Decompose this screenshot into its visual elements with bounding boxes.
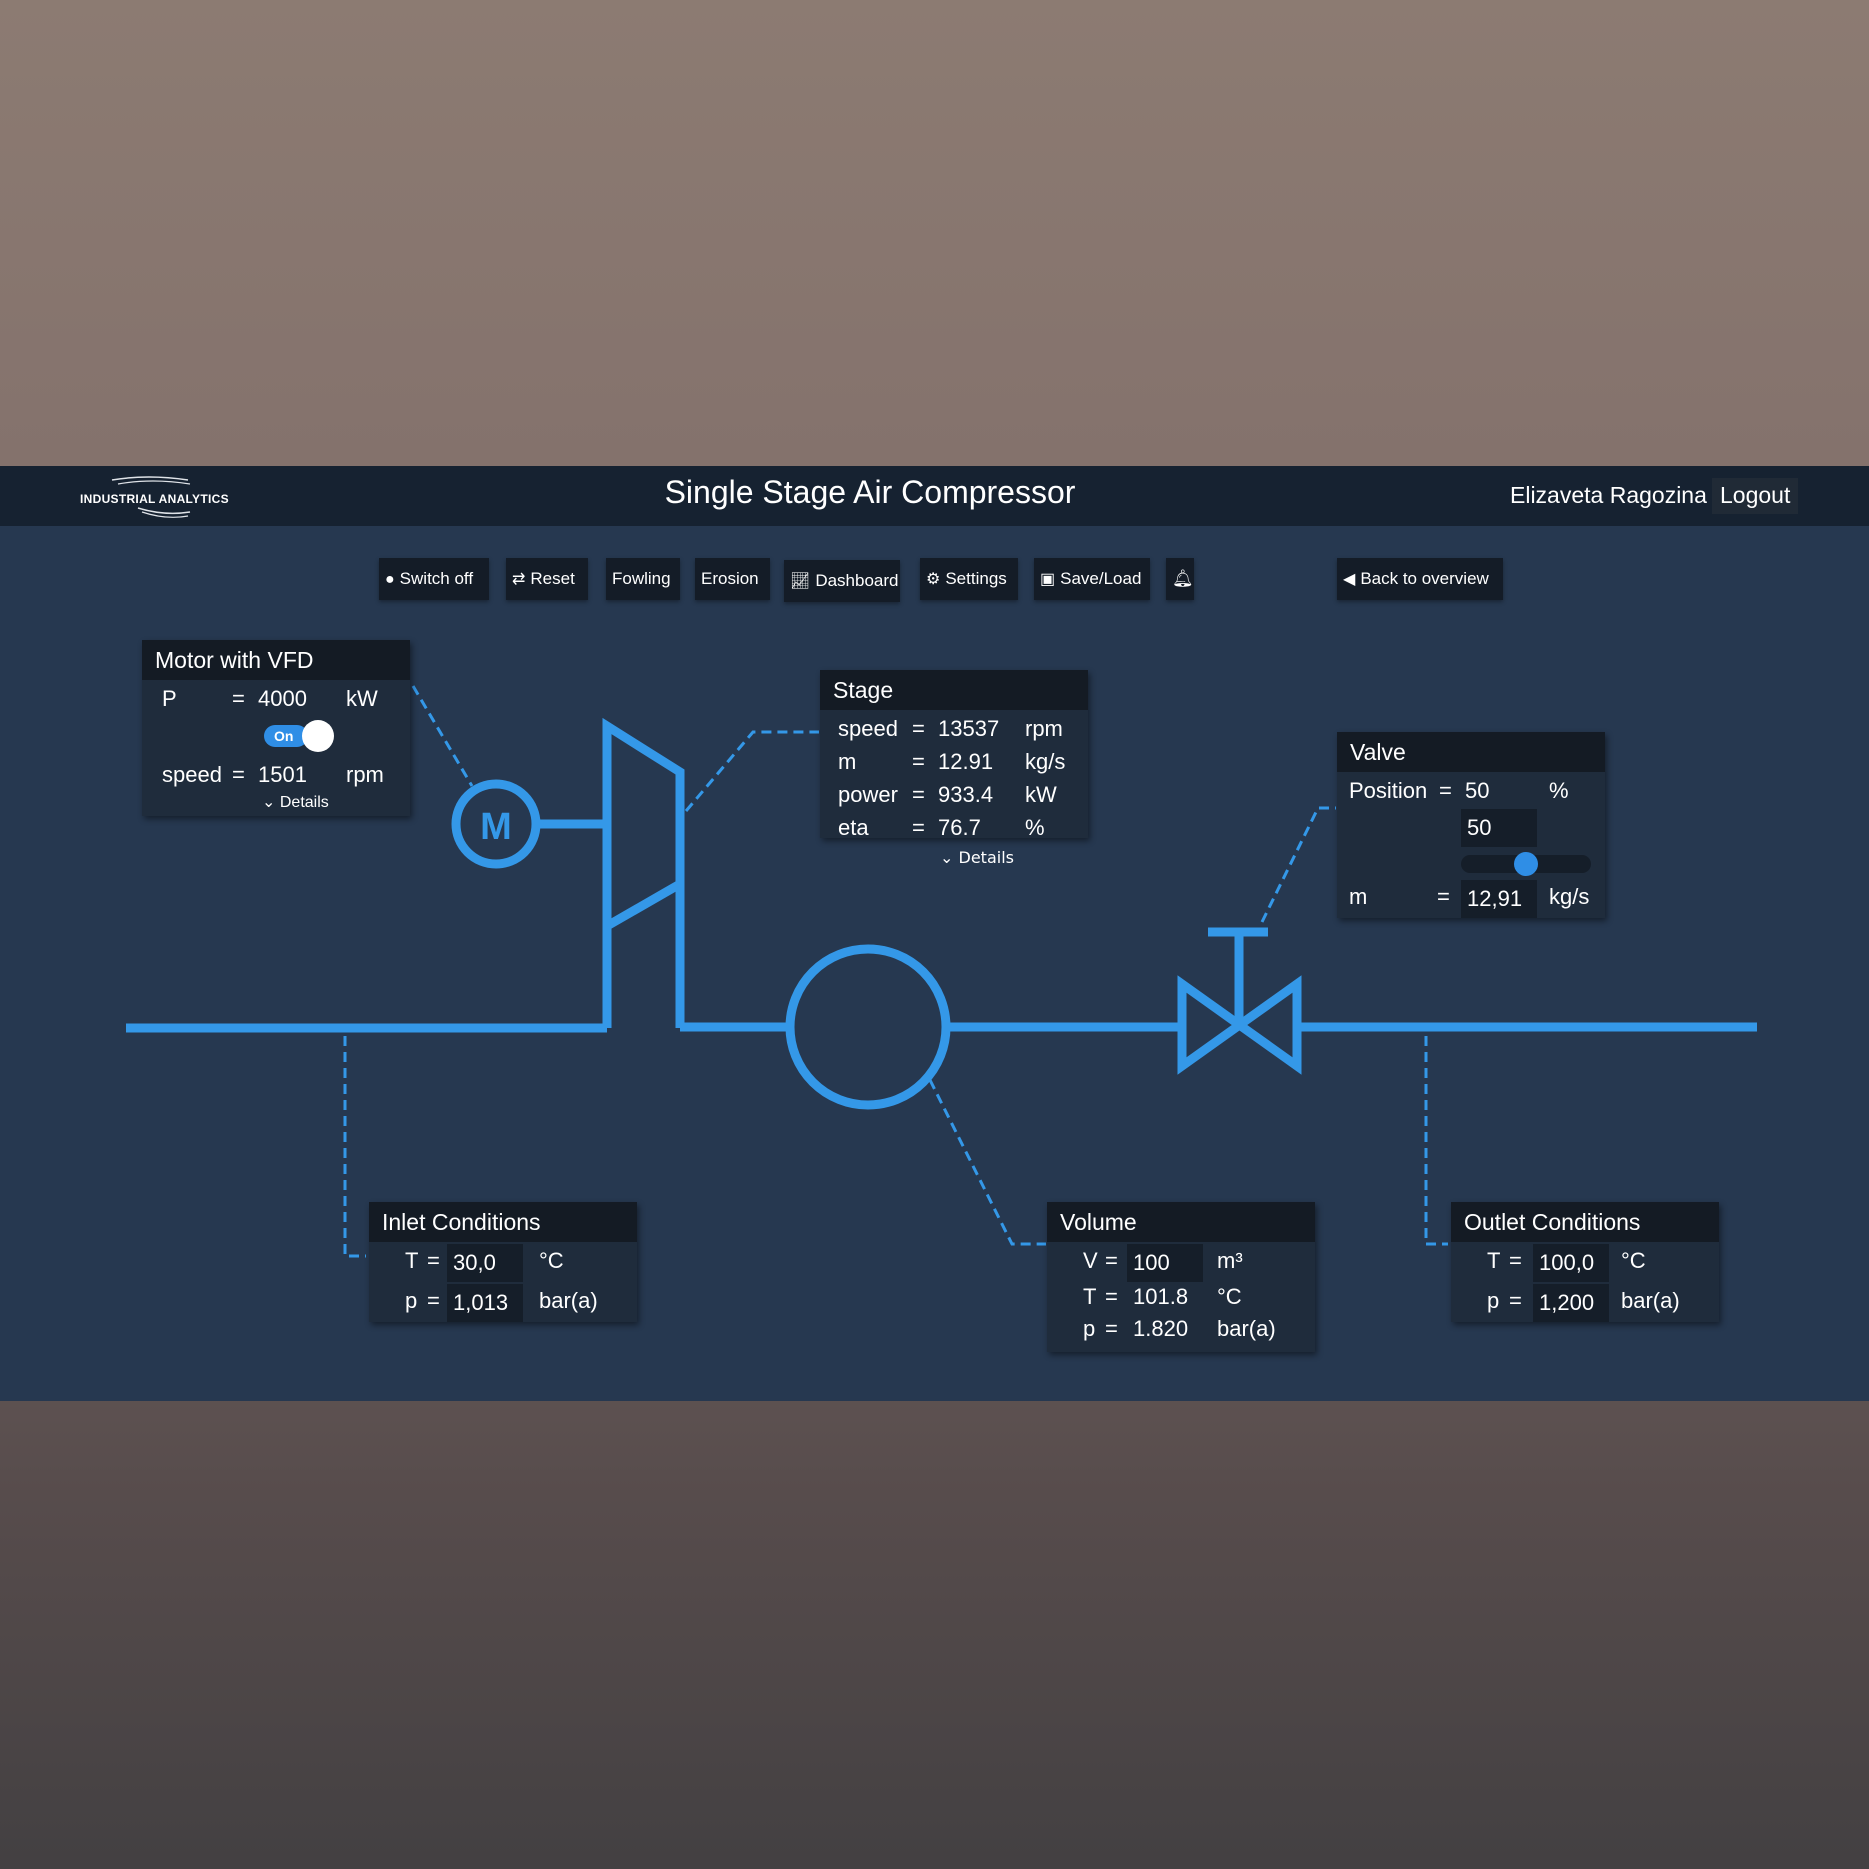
stage-panel: Stage speed = 13537 rpm m = 12.91 kg/s p… <box>820 670 1088 840</box>
valve-position-input[interactable]: 50 <box>1461 809 1537 847</box>
motor-on-toggle[interactable]: On <box>264 720 334 752</box>
valve-mass-flow-input[interactable]: 12,91 <box>1461 880 1537 918</box>
stage-eta-eq: = <box>912 815 925 840</box>
motor-speed-value: 1501 <box>258 762 307 787</box>
volume-p-eq: = <box>1105 1316 1118 1341</box>
outlet-leader-line <box>1424 1036 1448 1246</box>
volume-panel-title: Volume <box>1047 1202 1315 1242</box>
stage-details-toggle[interactable]: ⌄ Details <box>940 848 1014 867</box>
stage-mass-flow-unit: kg/s <box>1025 749 1066 774</box>
motor-speed-unit: rpm <box>346 762 384 787</box>
valve-position-value: 50 <box>1465 778 1490 803</box>
outlet-pressure-input[interactable]: 1,200 <box>1533 1284 1609 1322</box>
motor-panel: Motor with VFD P = 4000 kW On speed = 15… <box>142 640 410 816</box>
volume-panel: Volume V = 100 m³ T = 101.8 °C p = 1.820… <box>1047 1202 1315 1352</box>
outlet-conditions-panel: Outlet Conditions T = 100,0 °C p = 1,200… <box>1451 1202 1719 1322</box>
chevron-down-icon: ⌄ <box>940 848 959 867</box>
stage-eta-label: eta <box>838 815 869 840</box>
volume-p-value: 1.820 <box>1133 1316 1189 1341</box>
stage-power-unit: kW <box>1025 782 1057 807</box>
inlet-t-unit: °C <box>539 1248 564 1273</box>
valve-panel-title: Valve <box>1337 732 1605 772</box>
valve-mass-flow-label: m <box>1349 884 1368 909</box>
valve-position-eq: = <box>1439 778 1452 803</box>
volume-v-input[interactable]: 100 <box>1127 1244 1203 1282</box>
motor-speed-label: speed <box>162 762 222 787</box>
compressor-stage-symbol <box>602 717 685 1028</box>
motor-speed-eq: = <box>232 762 245 787</box>
valve-mass-flow-eq: = <box>1437 884 1450 909</box>
stage-mass-flow-label: m <box>838 749 857 774</box>
stage-panel-title: Stage <box>820 670 1088 710</box>
volume-vessel-symbol <box>785 944 951 1110</box>
outlet-t-eq: = <box>1509 1248 1522 1273</box>
stage-speed-eq: = <box>912 716 925 741</box>
compressor-stage-lower <box>604 880 683 930</box>
stage-power-value: 933.4 <box>938 782 994 807</box>
volume-leader-line <box>928 1079 1046 1246</box>
volume-t-label: T <box>1083 1284 1097 1309</box>
inlet-t-label: T <box>405 1248 419 1273</box>
outlet-t-label: T <box>1487 1248 1501 1273</box>
app-window: INDUSTRIAL ANALYTICS Single Stage Air Co… <box>0 466 1869 1401</box>
slider-thumb[interactable] <box>1514 852 1538 876</box>
inlet-p-label: p <box>405 1288 418 1313</box>
stage-power-label: power <box>838 782 898 807</box>
inlet-t-eq: = <box>427 1248 440 1273</box>
inlet-p-unit: bar(a) <box>539 1288 598 1313</box>
inlet-conditions-panel: Inlet Conditions T = 30,0 °C p = 1,013 b… <box>369 1202 637 1322</box>
motor-p-label: P <box>162 686 177 711</box>
valve-panel: Valve Position = 50 % 50 m = 12,91 kg/s <box>1337 732 1605 918</box>
outlet-t-unit: °C <box>1621 1248 1646 1273</box>
toggle-knob <box>302 720 334 752</box>
stage-power-eq: = <box>912 782 925 807</box>
valve-mass-flow-unit: kg/s <box>1549 884 1590 909</box>
stage-eta-value: 76.7 <box>938 815 981 840</box>
outlet-p-unit: bar(a) <box>1621 1288 1680 1313</box>
inlet-leader-line <box>343 1036 366 1258</box>
inlet-p-eq: = <box>427 1288 440 1313</box>
outlet-p-eq: = <box>1509 1288 1522 1313</box>
stage-mass-flow-eq: = <box>912 749 925 774</box>
motor-panel-title: Motor with VFD <box>142 640 410 680</box>
toggle-label: On <box>274 728 294 744</box>
motor-symbol-letter: M <box>480 806 512 848</box>
outlet-panel-title: Outlet Conditions <box>1451 1202 1719 1242</box>
volume-p-unit: bar(a) <box>1217 1316 1276 1341</box>
volume-p-label: p <box>1083 1316 1096 1341</box>
motor-details-toggle[interactable]: ⌄ Details <box>262 792 329 812</box>
stage-speed-value: 13537 <box>938 716 1000 741</box>
volume-v-eq: = <box>1105 1248 1118 1273</box>
motor-leader-line <box>411 685 474 787</box>
volume-v-unit: m³ <box>1217 1248 1243 1273</box>
stage-leader-line <box>684 730 819 812</box>
volume-t-value: 101.8 <box>1133 1284 1189 1309</box>
stage-eta-unit: % <box>1025 815 1045 840</box>
volume-t-unit: °C <box>1217 1284 1242 1309</box>
outlet-temperature-input[interactable]: 100,0 <box>1533 1244 1609 1282</box>
inlet-panel-title: Inlet Conditions <box>369 1202 637 1242</box>
stage-speed-label: speed <box>838 716 898 741</box>
chevron-down-icon: ⌄ <box>262 794 280 811</box>
valve-position-slider[interactable] <box>1461 852 1591 876</box>
volume-t-eq: = <box>1105 1284 1118 1309</box>
motor-power-unit: kW <box>346 686 378 711</box>
motor-power-value: 4000 <box>258 686 307 711</box>
valve-leader-line <box>1260 806 1336 923</box>
valve-position-label: Position <box>1349 778 1428 803</box>
motor-p-eq: = <box>232 686 245 711</box>
valve-position-unit: % <box>1549 778 1569 803</box>
stage-details-label: Details <box>958 848 1014 867</box>
inlet-temperature-input[interactable]: 30,0 <box>447 1244 523 1282</box>
stage-speed-unit: rpm <box>1025 716 1063 741</box>
stage-mass-flow-value: 12.91 <box>938 749 994 774</box>
motor-details-label: Details <box>279 794 329 811</box>
outlet-p-label: p <box>1487 1288 1500 1313</box>
volume-v-label: V <box>1083 1248 1098 1273</box>
inlet-pressure-input[interactable]: 1,013 <box>447 1284 523 1322</box>
